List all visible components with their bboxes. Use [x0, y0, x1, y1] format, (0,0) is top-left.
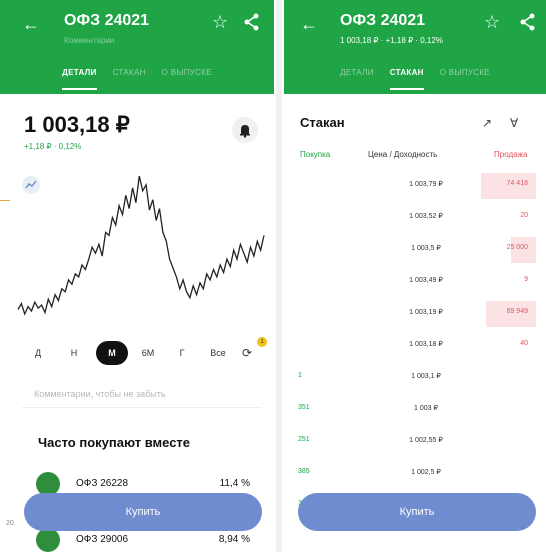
ask-volume: 20: [520, 212, 528, 219]
tab-details[interactable]: Детали: [62, 60, 97, 90]
instrument-subtitle: Комментарии: [64, 36, 115, 45]
instrument-subtitle: 1 003,18 ₽ · +1,18 ₽ · 0,12%: [340, 36, 443, 45]
table-row[interactable]: 1 1 003,1 ₽: [284, 362, 546, 394]
price-level: 1 003,19 ₽: [409, 309, 443, 316]
period-selector: Д Н М 6М Г Все ⟳: [22, 341, 272, 365]
list-item[interactable]: ОФЗ 29006 8,94 %: [36, 528, 260, 552]
tab-about[interactable]: О выпуске: [162, 60, 212, 94]
instrument-details-screen: ← ОФЗ 24021 Комментарии ☆ Детали Стакан …: [0, 0, 274, 552]
share-icon[interactable]: [244, 13, 260, 36]
table-row[interactable]: 251 1 002,55 ₽: [284, 426, 546, 458]
tab-orderbook[interactable]: Стакан: [113, 60, 146, 94]
ask-volume: 74 418: [506, 180, 528, 187]
orderbook-screen: ← ОФЗ 24021 1 003,18 ₽ · +1,18 ₽ · 0,12%…: [284, 0, 546, 552]
table-row[interactable]: 385 1 002,5 ₽: [284, 458, 546, 490]
divider: [276, 0, 282, 552]
page-number: 20: [6, 520, 14, 527]
table-row[interactable]: 1 003,49 ₽ 9: [284, 266, 546, 298]
tab-bar: Детали Стакан О выпуске: [284, 60, 546, 94]
period-6m[interactable]: 6М: [136, 341, 160, 365]
filter-icon[interactable]: ∀: [510, 116, 518, 130]
star-icon[interactable]: ☆: [212, 12, 228, 33]
price-level: 1 003,18 ₽: [409, 341, 443, 348]
buy-button[interactable]: Купить: [24, 493, 262, 531]
ask-volume: 69 949: [506, 308, 528, 315]
table-row[interactable]: 351 1 003 ₽: [284, 394, 546, 426]
price-level: 1 003 ₽: [414, 405, 438, 412]
chart-type-icon[interactable]: [22, 176, 40, 194]
tab-about[interactable]: О выпуске: [440, 60, 490, 94]
period-all[interactable]: Все: [204, 341, 232, 365]
ask-volume: 9: [524, 276, 528, 283]
period-year[interactable]: Г: [172, 341, 192, 365]
column-price: Цена / Доходность: [368, 150, 438, 159]
refresh-icon[interactable]: ⟳: [238, 341, 256, 365]
price-level: 1 003,5 ₽: [411, 245, 441, 252]
period-week[interactable]: Н: [64, 341, 84, 365]
share-icon[interactable]: [520, 13, 536, 36]
instrument-title: ОФЗ 24021: [340, 12, 426, 29]
ask-volume: 25 000: [506, 244, 528, 251]
current-price: 1 003,18 ₽: [24, 112, 130, 137]
tab-orderbook[interactable]: Стакан: [389, 60, 424, 90]
column-sell: Продажа: [494, 150, 528, 159]
app-bar: ← ОФЗ 24021 1 003,18 ₽ · +1,18 ₽ · 0,12%…: [284, 0, 546, 94]
orderbook-title: Стакан: [300, 115, 345, 130]
ask-volume: 40: [520, 340, 528, 347]
price-level: 1 003,52 ₽: [409, 213, 443, 220]
back-arrow-icon[interactable]: ←: [300, 14, 318, 35]
price-level: 1 003,1 ₽: [411, 373, 441, 380]
price-level: 1 003,79 ₽: [409, 181, 443, 188]
bid-volume: 351: [298, 404, 310, 411]
app-bar: ← ОФЗ 24021 Комментарии ☆ Детали Стакан …: [0, 0, 274, 94]
section-title: Часто покупают вместе: [38, 435, 191, 450]
bid-volume: 1: [298, 372, 302, 379]
tab-bar: Детали Стакан О выпуске: [0, 60, 274, 94]
table-row[interactable]: 1 003,19 ₽ 69 949: [284, 298, 546, 330]
buy-button[interactable]: Купить: [298, 493, 536, 531]
drag-indicator: [0, 200, 10, 201]
depth-settings-icon[interactable]: ↗: [482, 116, 492, 130]
tab-details[interactable]: Детали: [340, 60, 374, 94]
bell-icon[interactable]: [232, 117, 258, 143]
bid-volume: 385: [298, 468, 310, 475]
table-row[interactable]: 1 003,79 ₽ 74 418: [284, 170, 546, 202]
bond-name: ОФЗ 29006: [76, 534, 129, 545]
price-level: 1 003,49 ₽: [409, 277, 443, 284]
period-day[interactable]: Д: [28, 341, 48, 365]
column-buy: Покупка: [300, 150, 331, 159]
bond-logo-icon: [36, 528, 60, 552]
instrument-title: ОФЗ 24021: [64, 12, 150, 29]
back-arrow-icon[interactable]: ←: [22, 14, 40, 35]
price-change: +1,18 ₽ · 0,12%: [24, 142, 82, 151]
bid-volume: 251: [298, 436, 310, 443]
notification-badge: 1: [257, 337, 267, 347]
bond-percent: 11,4 %: [219, 478, 250, 489]
price-level: 1 002,5 ₽: [411, 469, 441, 476]
bond-percent: 8,94 %: [218, 534, 250, 545]
comment-field[interactable]: Комментарии, чтобы не забыть: [22, 380, 262, 408]
price-level: 1 002,55 ₽: [409, 437, 443, 444]
star-icon[interactable]: ☆: [484, 12, 500, 33]
table-row[interactable]: 1 003,52 ₽ 20: [284, 202, 546, 234]
table-row[interactable]: 1 003,5 ₽ 25 000: [284, 234, 546, 266]
price-chart[interactable]: [12, 170, 270, 320]
period-month[interactable]: М: [96, 341, 128, 365]
table-row[interactable]: 1 003,18 ₽ 40: [284, 330, 546, 362]
bond-name: ОФЗ 26228: [76, 478, 129, 489]
price-line: [17, 175, 265, 316]
